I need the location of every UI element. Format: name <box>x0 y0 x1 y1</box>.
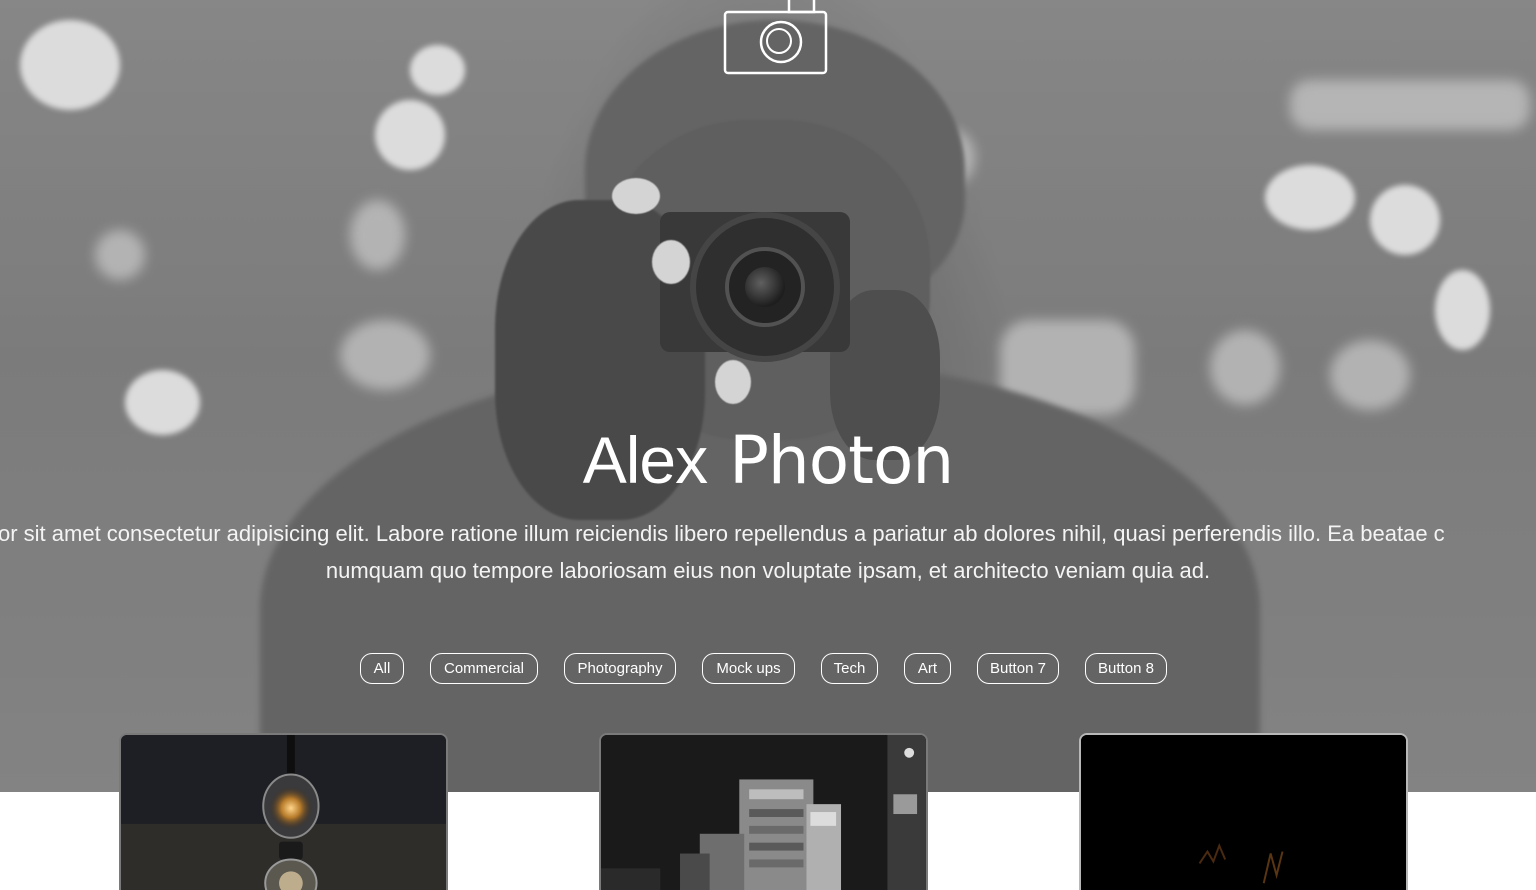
light-bulb-photo <box>121 735 446 890</box>
filter-button-commercial[interactable]: Commercial <box>430 653 538 684</box>
gallery-card[interactable] <box>119 733 448 890</box>
filter-button-mock-ups[interactable]: Mock ups <box>702 653 795 684</box>
filter-button-art[interactable]: Art <box>904 653 951 684</box>
gallery-card[interactable] <box>1079 733 1408 890</box>
page-title: Alex Photon <box>0 418 1536 503</box>
filter-button-all[interactable]: All <box>360 653 404 684</box>
filter-button-tech[interactable]: Tech <box>821 653 878 684</box>
title-last-name: Photon <box>729 422 954 499</box>
dark-photo <box>1081 735 1406 890</box>
gallery-card[interactable] <box>599 733 928 890</box>
hero-section: Alex Photon or sit amet consectetur adip… <box>0 0 1536 792</box>
filter-button-photography[interactable]: Photography <box>564 653 676 684</box>
filter-button-7[interactable]: Button 7 <box>977 653 1059 684</box>
title-first-name: Alex <box>582 423 708 497</box>
intro-line: or sit amet consectetur adipisicing elit… <box>0 521 1445 546</box>
city-buildings-photo <box>601 735 926 890</box>
filter-button-8[interactable]: Button 8 <box>1085 653 1167 684</box>
intro-line: numquam quo tempore laboriosam eius non … <box>325 558 1211 583</box>
camera-outline-icon <box>723 0 828 75</box>
